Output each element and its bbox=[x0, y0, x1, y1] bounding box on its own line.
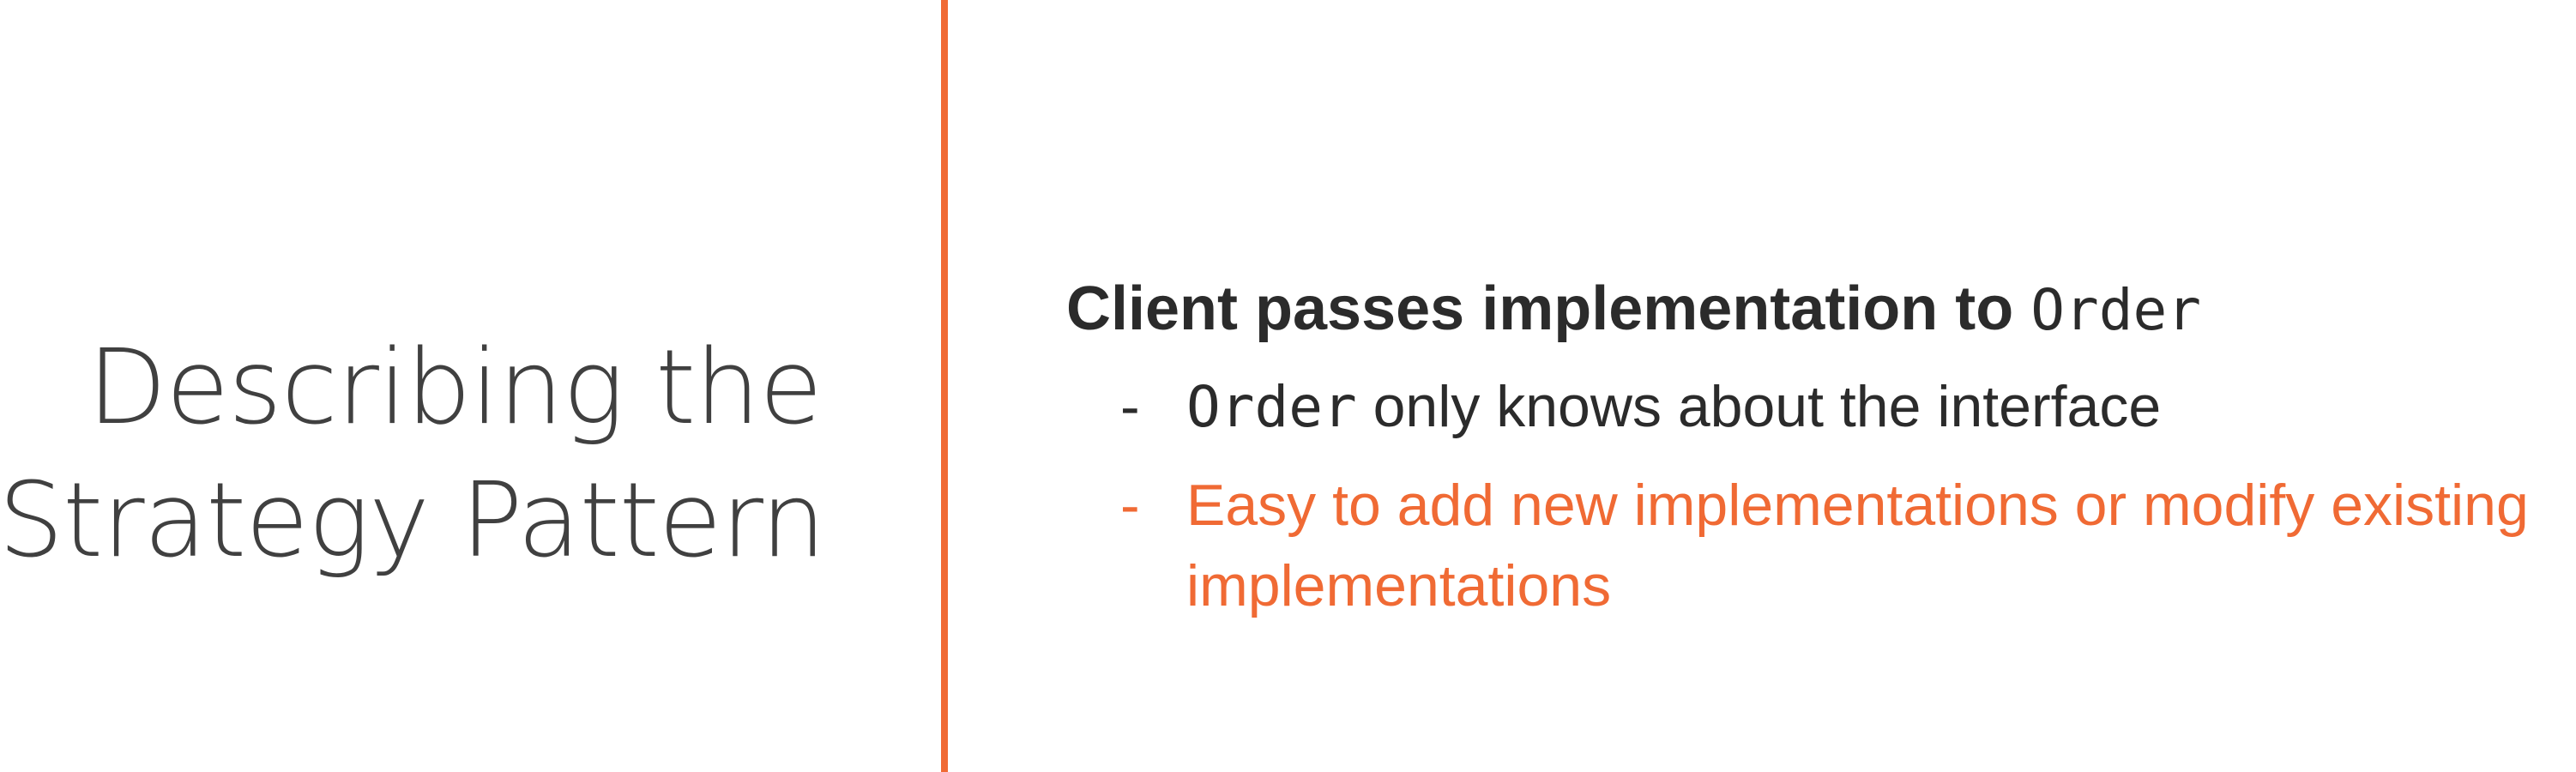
slide-title: Describing the Strategy Pattern bbox=[0, 322, 826, 588]
headline-code: Order bbox=[2030, 277, 2201, 343]
bullet-text: only knows about the interface bbox=[1356, 374, 2162, 439]
slide-content: Client passes implementation to Order - … bbox=[1066, 270, 2542, 643]
bullet-text: Easy to add new implementations or modif… bbox=[1186, 473, 2529, 618]
headline-text: Client passes implementation to bbox=[1066, 274, 2014, 343]
bullet-item-extensibility: - Easy to add new implementations or mod… bbox=[1066, 465, 2542, 626]
slide-title-line-1: Describing the bbox=[87, 329, 823, 448]
bullet-dash: - bbox=[1120, 473, 1140, 538]
bullet-list: - Order only knows about the interface -… bbox=[1066, 366, 2542, 626]
bullet-item-interface: - Order only knows about the interface bbox=[1066, 366, 2542, 448]
slide-title-line-2: Strategy Pattern bbox=[0, 461, 826, 581]
headline: Client passes implementation to Order bbox=[1066, 270, 2542, 349]
vertical-divider bbox=[941, 0, 948, 772]
bullet-dash: - bbox=[1120, 374, 1140, 439]
slide: Describing the Strategy Pattern Client p… bbox=[0, 0, 2576, 772]
bullet-code: Order bbox=[1186, 374, 1357, 440]
